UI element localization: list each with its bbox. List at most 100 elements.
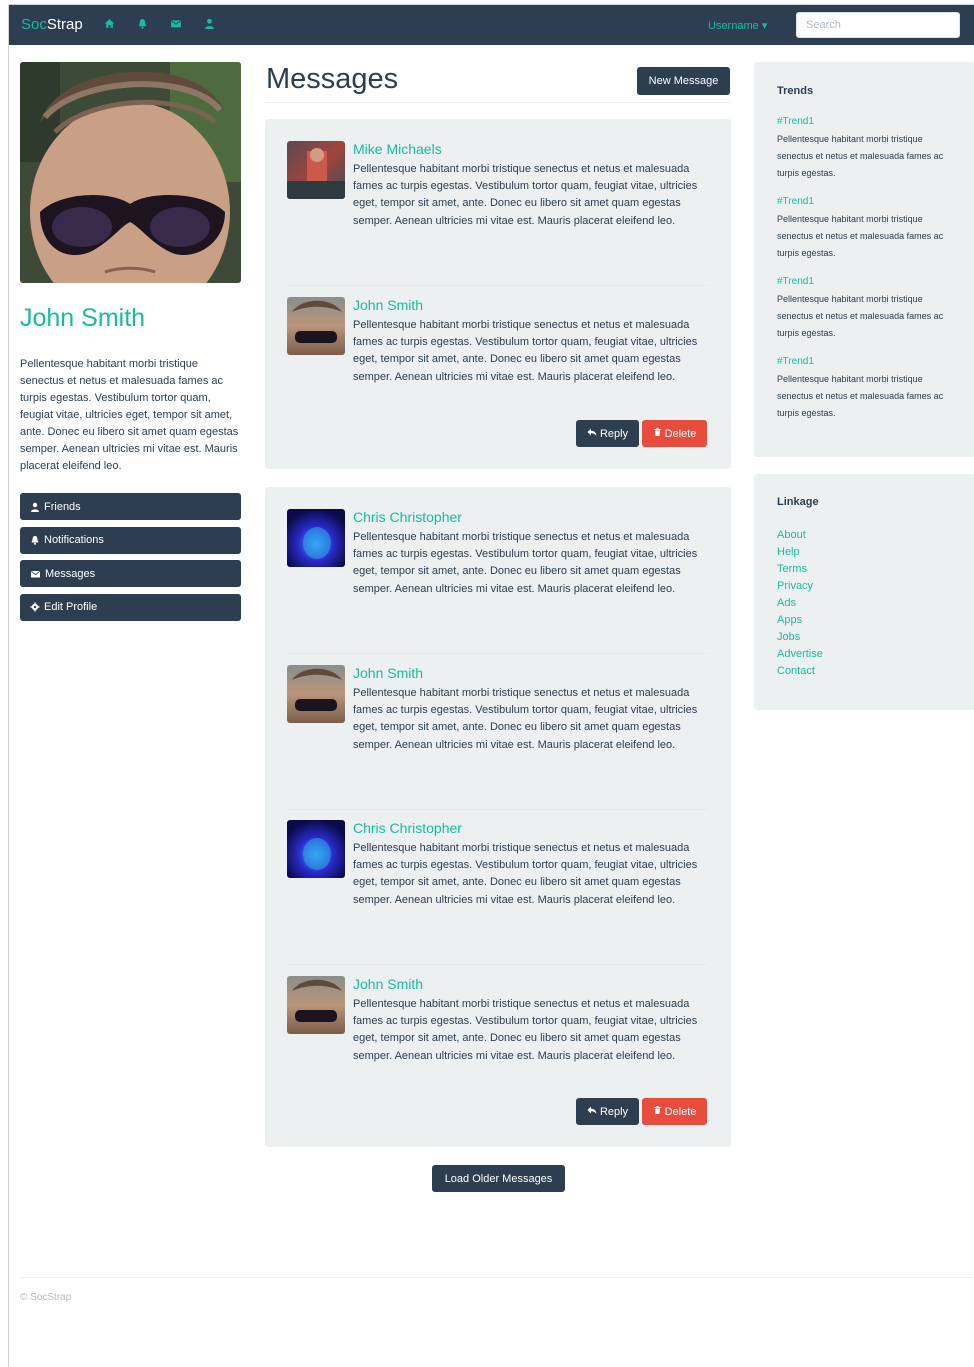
link-jobs[interactable]: Jobs <box>777 631 800 643</box>
link-terms[interactable]: Terms <box>777 563 807 575</box>
avatar[interactable] <box>287 509 345 567</box>
brand-suffix: Strap <box>46 16 83 33</box>
friends-label: Friends <box>44 500 81 513</box>
trend-link[interactable]: #Trend1 <box>777 116 814 127</box>
message-divider <box>287 653 707 654</box>
delete-button[interactable]: Delete <box>642 1098 707 1125</box>
edit-profile-button[interactable]: Edit Profile <box>20 593 241 621</box>
reply-icon <box>587 427 597 440</box>
link-apps[interactable]: Apps <box>777 614 802 626</box>
message-author[interactable]: Mike Michaels <box>353 141 442 157</box>
linkage-panel: Linkage About Help Terms Privacy Ads App… <box>754 474 974 710</box>
trend-text: Pellentesque habitant morbi tristique se… <box>777 214 944 258</box>
title-divider <box>266 102 730 103</box>
link-ads[interactable]: Ads <box>777 597 796 609</box>
message: Mike Michaels Pellentesque habitant morb… <box>287 141 707 261</box>
delete-button[interactable]: Delete <box>642 420 707 447</box>
message-body: Pellentesque habitant morbi tristique se… <box>353 842 698 906</box>
edit-profile-label: Edit Profile <box>44 601 98 613</box>
profile-nav: Friends Notifications Messages Edit Prof… <box>20 493 241 627</box>
link-about[interactable]: About <box>777 529 806 541</box>
message-body: Pellentesque habitant morbi tristique se… <box>353 687 698 751</box>
envelope-icon <box>30 569 41 579</box>
message-author[interactable]: Chris Christopher <box>353 509 462 525</box>
link-contact[interactable]: Contact <box>777 665 815 677</box>
avatar[interactable] <box>287 141 345 199</box>
load-older-messages-button[interactable]: Load Older Messages <box>432 1165 565 1192</box>
profile-photo <box>20 62 241 283</box>
trash-icon <box>653 427 662 440</box>
search-input[interactable] <box>796 12 960 38</box>
trend-text: Pellentesque habitant morbi tristique se… <box>777 294 944 338</box>
message-thread: Chris Christopher Pellentesque habitant … <box>265 487 731 1147</box>
message-body: Pellentesque habitant morbi tristique se… <box>353 163 698 227</box>
avatar[interactable] <box>287 665 345 723</box>
delete-label: Delete <box>664 427 697 440</box>
message: Chris Christopher Pellentesque habitant … <box>287 820 707 940</box>
link-advertise[interactable]: Advertise <box>777 648 823 660</box>
page: SocStrap Username ▾ John Smith Pellentes… <box>8 4 974 1367</box>
home-icon[interactable] <box>104 18 115 29</box>
navbar: SocStrap Username ▾ <box>9 5 974 45</box>
notifications-label: Notifications <box>44 534 104 546</box>
user-icon <box>30 502 40 512</box>
message-author[interactable]: Chris Christopher <box>353 820 462 836</box>
copyright: © SocStrap <box>20 1292 72 1303</box>
trends-panel: Trends #Trend1 Pellentesque habitant mor… <box>754 62 974 457</box>
linkage-title: Linkage <box>777 496 819 508</box>
bell-icon[interactable] <box>137 18 148 29</box>
message-actions: Reply Delete <box>576 420 707 447</box>
username-label: Username <box>708 20 759 32</box>
message-body: Pellentesque habitant morbi tristique se… <box>353 319 698 383</box>
message-actions: Reply Delete <box>576 1098 707 1125</box>
reply-icon <box>587 1105 597 1118</box>
trend-text: Pellentesque habitant morbi tristique se… <box>777 374 944 418</box>
message: John Smith Pellentesque habitant morbi t… <box>287 976 707 1096</box>
message: John Smith Pellentesque habitant morbi t… <box>287 297 707 417</box>
reply-button[interactable]: Reply <box>576 1098 639 1125</box>
caret-down-icon: ▾ <box>761 20 768 32</box>
brand-prefix: Soc <box>21 16 47 33</box>
trash-icon <box>653 1105 662 1118</box>
link-privacy[interactable]: Privacy <box>777 580 813 592</box>
page-title: Messages <box>266 63 399 95</box>
message-body: Pellentesque habitant morbi tristique se… <box>353 998 698 1062</box>
new-message-button[interactable]: New Message <box>637 67 730 95</box>
trend-link[interactable]: #Trend1 <box>777 276 814 287</box>
message-divider <box>287 285 707 286</box>
username-dropdown[interactable]: Username ▾ <box>708 19 767 32</box>
message-thread: Mike Michaels Pellentesque habitant morb… <box>265 119 731 469</box>
bell-icon <box>30 535 40 545</box>
message-body: Pellentesque habitant morbi tristique se… <box>353 531 698 595</box>
link-help[interactable]: Help <box>777 546 800 558</box>
reply-label: Reply <box>599 427 629 440</box>
avatar[interactable] <box>287 297 345 355</box>
envelope-icon[interactable] <box>170 18 182 29</box>
brand-logo[interactable]: SocStrap <box>21 16 83 33</box>
trends-title: Trends <box>777 85 814 97</box>
avatar[interactable] <box>287 976 345 1034</box>
profile-name: John Smith <box>20 304 146 332</box>
message-author[interactable]: John Smith <box>353 665 423 681</box>
trend-link[interactable]: #Trend1 <box>777 356 814 367</box>
delete-label: Delete <box>664 1105 697 1118</box>
message: John Smith Pellentesque habitant morbi t… <box>287 665 707 785</box>
messages-button[interactable]: Messages <box>20 560 241 587</box>
gear-icon <box>30 602 40 612</box>
messages-label: Messages <box>45 567 96 580</box>
message-author[interactable]: John Smith <box>353 297 423 313</box>
trend-link[interactable]: #Trend1 <box>777 196 814 207</box>
notifications-button[interactable]: Notifications <box>20 526 241 554</box>
profile-bio: Pellentesque habitant morbi tristique se… <box>20 358 239 472</box>
message: Chris Christopher Pellentesque habitant … <box>287 509 707 629</box>
message-divider <box>287 809 707 810</box>
message-divider <box>287 964 707 965</box>
user-icon[interactable] <box>204 18 215 29</box>
message-author[interactable]: John Smith <box>353 976 423 992</box>
reply-button[interactable]: Reply <box>576 420 639 447</box>
friends-button[interactable]: Friends <box>20 493 241 520</box>
avatar[interactable] <box>287 820 345 878</box>
reply-label: Reply <box>599 1105 629 1118</box>
nav-icon-group <box>104 18 215 29</box>
trend-text: Pellentesque habitant morbi tristique se… <box>777 134 944 178</box>
